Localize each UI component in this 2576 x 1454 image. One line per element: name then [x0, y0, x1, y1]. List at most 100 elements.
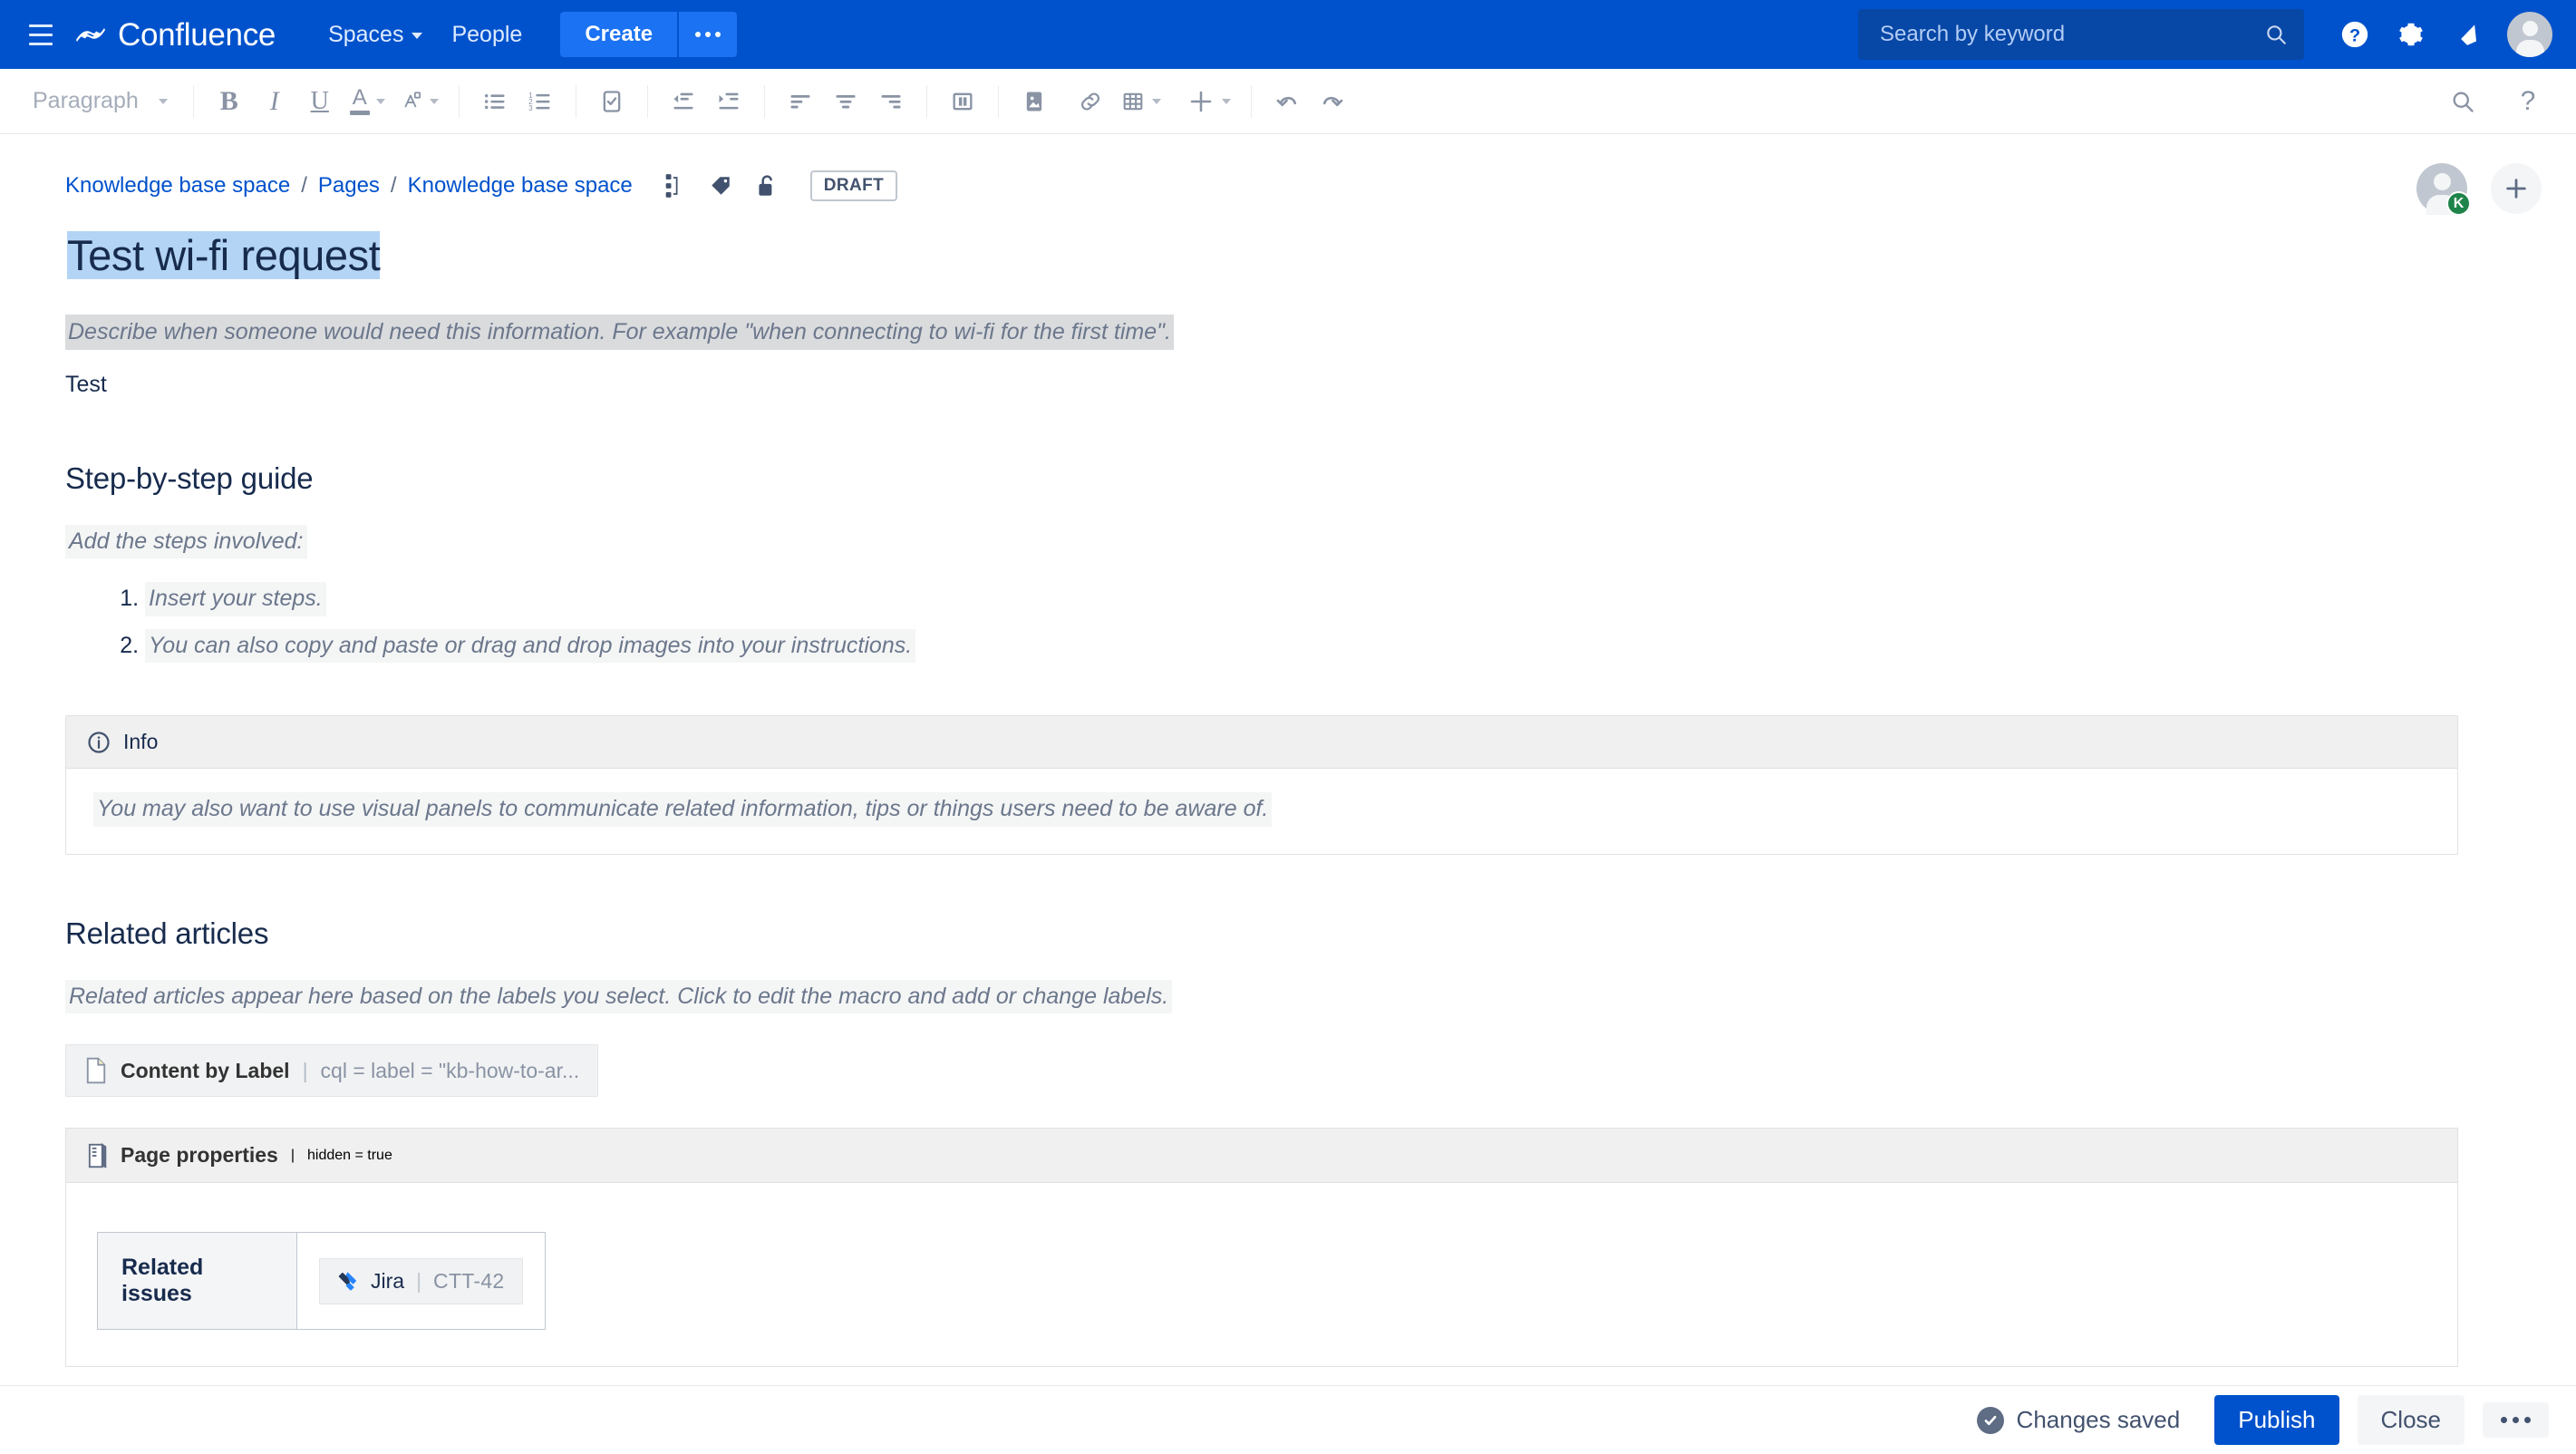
related-instruction-row: Related articles appear here based on th…: [65, 979, 2576, 1014]
section-heading-related[interactable]: Related articles: [65, 916, 2576, 951]
undo-button[interactable]: [1264, 79, 1310, 124]
insert-image-button[interactable]: [1012, 79, 1057, 124]
intro-body-paragraph[interactable]: Test: [65, 370, 2576, 400]
page-properties-body: Related issues Jira | CTT-42: [66, 1183, 2457, 1366]
list-item[interactable]: Insert your steps.: [145, 582, 2576, 616]
jira-issue-key: CTT-42: [433, 1268, 505, 1293]
editor-page-area: Knowledge base space / Pages / Knowledge…: [0, 134, 2576, 1454]
align-left-button[interactable]: [778, 79, 823, 124]
jira-icon: [337, 1270, 359, 1292]
global-navigation-bar: Confluence Spaces People Create ?: [0, 0, 2576, 69]
numbered-list-button[interactable]: 1 2 3: [518, 79, 563, 124]
toolbar-divider: [192, 84, 194, 118]
content-by-label-macro[interactable]: Content by Label | cql = label = "kb-how…: [65, 1044, 599, 1098]
unlock-restrictions-icon[interactable]: [756, 173, 778, 199]
page-title[interactable]: Test wi-fi request: [65, 228, 383, 286]
create-more-button[interactable]: [679, 12, 738, 57]
breadcrumb-item-parent[interactable]: Knowledge base space: [408, 173, 633, 199]
label-tag-icon[interactable]: [709, 174, 732, 198]
ellipsis-dot: [715, 32, 721, 37]
check-circle-icon: [1976, 1406, 2004, 1434]
help-icon[interactable]: ?: [2329, 9, 2380, 60]
notification-bell-icon[interactable]: [2442, 9, 2493, 60]
page-tree-icon[interactable]: [663, 173, 685, 199]
jira-macro-name: Jira: [371, 1268, 405, 1293]
align-right-button[interactable]: [868, 79, 914, 124]
nav-item-spaces[interactable]: Spaces: [314, 13, 437, 57]
outdent-button[interactable]: [661, 79, 706, 124]
property-name-cell[interactable]: Related issues: [97, 1232, 297, 1330]
close-button[interactable]: Close: [2357, 1395, 2465, 1445]
info-panel-macro[interactable]: Info You may also want to use visual pan…: [65, 715, 2458, 855]
steps-instruction[interactable]: Add the steps involved:: [65, 524, 307, 559]
editor-content: Knowledge base space / Pages / Knowledge…: [0, 134, 2576, 1368]
macro-params: hidden = true: [307, 1147, 392, 1163]
insert-more-button[interactable]: [1179, 79, 1238, 124]
info-panel-body[interactable]: You may also want to use visual panels t…: [66, 769, 2457, 854]
toolbar-divider: [458, 84, 460, 118]
editor-help-icon[interactable]: ?: [2505, 79, 2551, 124]
insert-link-button[interactable]: [1068, 79, 1113, 124]
text-highlight-button[interactable]: [392, 79, 446, 124]
collaborator-avatar[interactable]: K: [2416, 163, 2471, 216]
page-layout-button[interactable]: [940, 79, 985, 124]
gear-icon[interactable]: [2386, 9, 2436, 60]
steps-instruction-row: Add the steps involved:: [65, 524, 2576, 559]
macro-divider: |: [302, 1058, 308, 1082]
hamburger-menu-icon[interactable]: [20, 14, 62, 55]
page-right-widgets: K: [2416, 163, 2542, 216]
page-properties-macro[interactable]: Page properties | hidden = true Related …: [65, 1128, 2458, 1368]
info-panel-title: Info: [123, 730, 159, 754]
editor-help-label: ?: [2520, 85, 2536, 116]
nav-right-group: ?: [1858, 9, 2552, 60]
invite-collaborator-button[interactable]: [2491, 163, 2542, 214]
toolbar-divider: [997, 84, 999, 118]
global-search-box[interactable]: [1858, 9, 2304, 60]
bold-button[interactable]: B: [207, 79, 252, 124]
list-item[interactable]: You can also copy and paste or drag and …: [145, 628, 2576, 664]
underline-button[interactable]: U: [297, 79, 343, 124]
redo-button[interactable]: [1310, 79, 1355, 124]
intro-instruction[interactable]: Describe when someone would need this in…: [65, 314, 1174, 351]
text-style-dropdown[interactable]: Paragraph: [20, 82, 180, 121]
task-list-button[interactable]: [589, 79, 634, 124]
jira-macro-chip[interactable]: Jira | CTT-42: [319, 1257, 523, 1304]
indent-button[interactable]: [706, 79, 751, 124]
search-icon[interactable]: [2264, 23, 2288, 46]
insert-table-button[interactable]: [1113, 79, 1168, 124]
macro-name: Content by Label: [121, 1058, 290, 1082]
page-properties-table: Related issues Jira | CTT-42: [97, 1232, 546, 1331]
bullet-list-button[interactable]: [472, 79, 518, 124]
info-panel-header: Info: [66, 716, 2457, 770]
avatar-head: [2433, 173, 2451, 190]
publish-button[interactable]: Publish: [2214, 1395, 2339, 1445]
table-row: Related issues Jira | CTT-42: [97, 1232, 546, 1330]
section-heading-steps[interactable]: Step-by-step guide: [65, 461, 2576, 496]
macro-params: cql = label = "kb-how-to-ar...: [320, 1058, 580, 1082]
breadcrumb-item-pages[interactable]: Pages: [318, 173, 380, 199]
more-options-button[interactable]: [2483, 1402, 2549, 1438]
avatar-initial-badge: K: [2446, 191, 2471, 216]
property-value-cell[interactable]: Jira | CTT-42: [296, 1232, 546, 1330]
confluence-home-link[interactable]: Confluence: [74, 18, 276, 51]
nav-spaces-label: Spaces: [328, 21, 404, 47]
breadcrumb-item-space[interactable]: Knowledge base space: [65, 173, 290, 199]
align-center-button[interactable]: [823, 79, 868, 124]
page-properties-header: Page properties | hidden = true: [66, 1129, 2457, 1184]
info-icon: [86, 730, 111, 755]
nav-item-people[interactable]: People: [437, 13, 537, 57]
ellipsis-dot: [705, 32, 712, 37]
search-input[interactable]: [1878, 21, 2264, 48]
steps-list: Insert your steps. You can also copy and…: [65, 582, 2576, 664]
step-text: Insert your steps.: [145, 582, 326, 616]
svg-text:3: 3: [528, 103, 533, 111]
page-properties-icon: [86, 1142, 108, 1168]
user-avatar[interactable]: [2507, 12, 2552, 57]
find-replace-icon[interactable]: [2440, 79, 2485, 124]
italic-button[interactable]: I: [252, 79, 297, 124]
text-color-button[interactable]: A: [343, 79, 392, 124]
create-button[interactable]: Create: [560, 12, 678, 57]
related-instruction[interactable]: Related articles appear here based on th…: [65, 979, 1173, 1014]
editor-toolbar: Paragraph B I U A 1 2 3 ?: [0, 69, 2576, 134]
macro-divider: |: [290, 1147, 295, 1163]
